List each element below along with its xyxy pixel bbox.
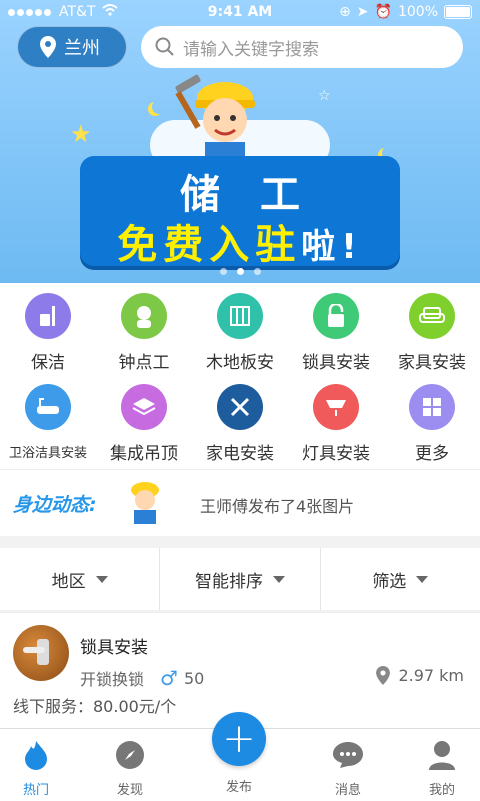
- lock-icon: [313, 293, 359, 339]
- battery-percent: 100%: [397, 4, 438, 20]
- plus-icon: +: [222, 716, 256, 762]
- nearby-tag: 身边动态:: [13, 494, 97, 516]
- signal-icon: [8, 4, 53, 20]
- cleaning-icon: [25, 293, 71, 339]
- category-wood-floor[interactable]: 木地板安: [192, 293, 288, 373]
- publish-label: 发布: [225, 780, 252, 795]
- tab-label: 发现: [116, 783, 143, 798]
- service-subtitle: 开锁换锁: [80, 670, 145, 689]
- moon-icon: [152, 100, 166, 114]
- category-lock-install[interactable]: 锁具安装: [288, 293, 384, 373]
- status-bar: AT&T 9:41 AM ⊕ ➤ ⏰ 100%: [0, 0, 480, 24]
- service-subtitle-row: 开锁换锁 ♂ 50: [80, 666, 204, 690]
- pager-dot-active[interactable]: [236, 268, 244, 275]
- service-price: 线下服务：80.00元/个: [13, 697, 177, 716]
- tab-discover[interactable]: 发现: [100, 739, 160, 798]
- category-label: 锁具安装: [302, 353, 370, 373]
- flame-icon: [20, 739, 52, 771]
- banner-subtitle-main: 免费入驻: [117, 222, 302, 268]
- wifi-icon: [101, 4, 118, 20]
- location-button[interactable]: 兰州: [17, 26, 127, 68]
- tab-messages[interactable]: 消息: [318, 739, 378, 798]
- compass-icon: [114, 739, 146, 771]
- star-icon: ☆: [318, 88, 331, 104]
- tab-label: 消息: [334, 783, 361, 798]
- banner-subtitle: 免费入驻啦!: [80, 212, 400, 270]
- more-icon: [409, 384, 455, 430]
- chat-icon: [332, 739, 364, 771]
- worker-avatar: [131, 482, 159, 524]
- carrier: AT&T: [59, 4, 96, 20]
- worker-illustration: [175, 74, 255, 170]
- filter-region[interactable]: 地区: [0, 548, 161, 610]
- filter-label: 筛选: [372, 571, 407, 592]
- category-bathroom[interactable]: 卫浴洁具安装: [0, 384, 96, 461]
- user-icon: [426, 739, 458, 771]
- tab-mine[interactable]: 我的: [412, 739, 472, 798]
- pager-dot[interactable]: [219, 268, 227, 275]
- service-title: 锁具安装: [80, 638, 148, 658]
- publish-button[interactable]: +: [212, 712, 266, 766]
- category-lamp[interactable]: 灯具安装: [288, 384, 384, 464]
- category-label: 钟点工: [118, 353, 170, 373]
- category-ceiling[interactable]: 集成吊顶: [96, 384, 192, 464]
- filter-sort[interactable]: 智能排序: [160, 548, 321, 610]
- clock: 9:41 AM: [207, 4, 273, 20]
- category-hourly-worker[interactable]: 钟点工: [96, 293, 192, 373]
- location-arrow-icon: ➤: [356, 4, 369, 20]
- tab-label: 我的: [428, 783, 455, 798]
- category-label: 保洁: [31, 353, 65, 373]
- sofa-icon: [409, 293, 455, 339]
- filter-screen[interactable]: 筛选: [321, 548, 480, 610]
- category-label: 卫浴洁具安装: [8, 446, 87, 461]
- filter-label: 智能排序: [194, 571, 263, 592]
- category-grid: 保洁 钟点工 木地板安 锁具安装 家具安装 卫浴洁具安装 集成吊顶 家电安装 灯…: [0, 283, 480, 469]
- category-more[interactable]: 更多: [384, 384, 480, 464]
- floor-icon: [217, 293, 263, 339]
- tools-icon: [217, 384, 263, 430]
- location-pin-icon: [40, 36, 56, 58]
- caret-down-icon: [416, 575, 429, 583]
- search-icon: [155, 37, 174, 56]
- tab-label: 热门: [22, 783, 49, 798]
- lock-rotation-icon: ⊕: [339, 4, 351, 20]
- bathtub-icon: [25, 384, 71, 430]
- male-icon: ♂: [160, 666, 178, 690]
- service-thumbnail: [13, 625, 69, 681]
- star-icon: ★: [70, 120, 92, 148]
- category-label: 更多: [415, 444, 449, 464]
- tab-hot[interactable]: 热门: [6, 739, 66, 798]
- hourly-worker-icon: [121, 293, 167, 339]
- distance-value: 2.97 km: [398, 666, 464, 685]
- nearby-text: 王师傅发布了4张图片: [200, 497, 355, 516]
- distance: 2.97 km: [376, 666, 464, 685]
- category-label: 家具安装: [398, 353, 466, 373]
- search-placeholder: 请输入关键字搜索: [183, 39, 319, 60]
- alarm-icon: ⏰: [374, 4, 392, 20]
- category-label: 灯具安装: [302, 444, 370, 464]
- caret-down-icon: [95, 575, 108, 583]
- filter-label: 地区: [51, 571, 86, 592]
- pager-dot[interactable]: [253, 268, 261, 275]
- category-label: 集成吊顶: [110, 444, 178, 464]
- lamp-icon: [313, 384, 359, 430]
- nearby-news[interactable]: 身边动态: 王师傅发布了4张图片: [0, 469, 480, 536]
- category-label: 木地板安: [206, 353, 274, 373]
- category-cleaning[interactable]: 保洁: [0, 293, 96, 373]
- battery-icon: [444, 5, 472, 19]
- search-input[interactable]: 请输入关键字搜索: [141, 26, 463, 68]
- banner-ribbon: 储工 免费入驻啦!: [80, 156, 400, 268]
- ceiling-icon: [121, 384, 167, 430]
- banner-pager: [0, 268, 480, 275]
- banner-subtitle-tail: 啦!: [301, 227, 363, 267]
- caret-down-icon: [272, 575, 285, 583]
- category-label: 家电安装: [206, 444, 274, 464]
- category-furniture-install[interactable]: 家具安装: [384, 293, 480, 373]
- filter-bar: 地区 智能排序 筛选: [0, 548, 480, 610]
- category-appliance[interactable]: 家电安装: [192, 384, 288, 464]
- location-label: 兰州: [64, 38, 100, 59]
- service-count: 50: [183, 668, 205, 688]
- location-pin-icon: [376, 666, 391, 685]
